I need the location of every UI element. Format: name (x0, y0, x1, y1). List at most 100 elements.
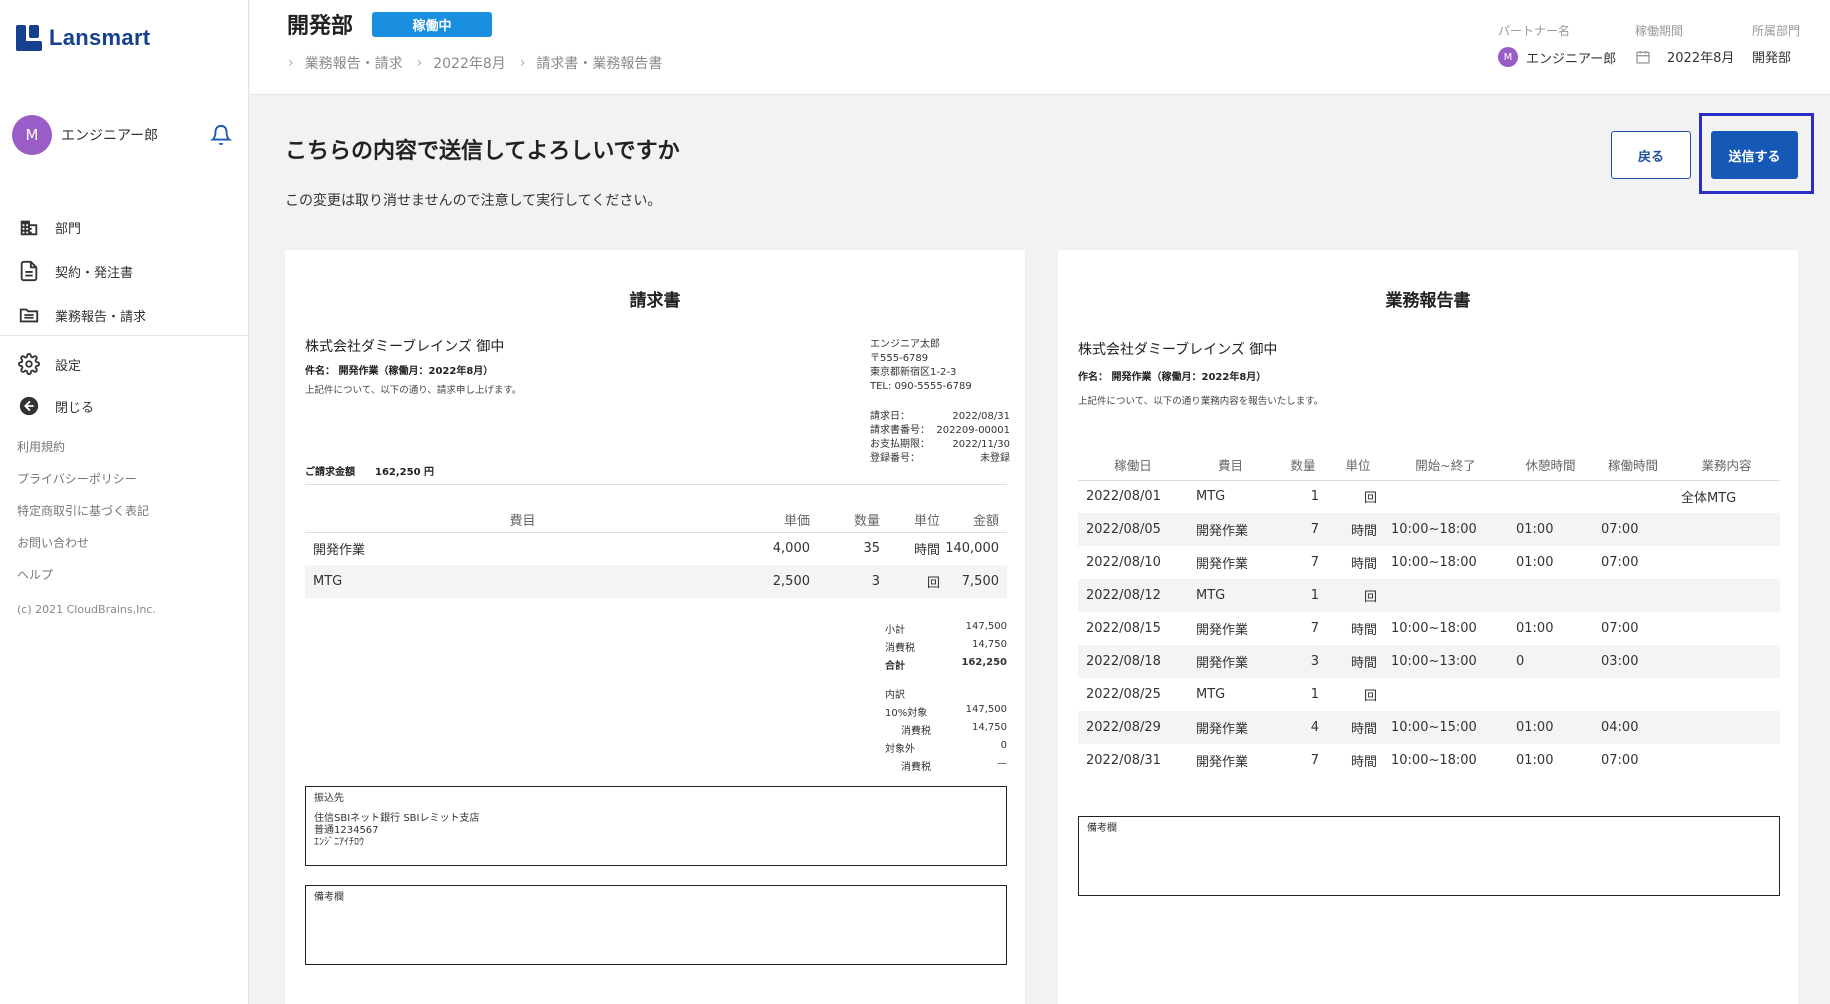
bank-line: 住信SBIネット銀行 SBIレミット支店 (314, 813, 480, 824)
logo-mark-icon (16, 25, 42, 51)
sidebar-item-contract[interactable]: 契約・発注書 (0, 249, 249, 293)
table-row: 2022/08/29 開発作業 4 時間 10:00~15:00 01:00 04:00 (1078, 711, 1780, 744)
cell-item: 開発作業 (1196, 755, 1249, 770)
copyright: (c) 2021 CloudBrains,Inc. (17, 603, 156, 616)
sidebar-item-settings[interactable]: 設定 (0, 343, 249, 385)
report-subject: 作名： 開発作業（稼働月：2022年8月） (1078, 372, 1267, 383)
cell-qty: 1 (1310, 489, 1319, 505)
sidebar-item-label: 閉じる (55, 400, 95, 416)
invoice-summary: 小計 147,500 消費税 14,750 合計 162,250 (885, 621, 1007, 672)
cell-date: 2022/08/01 (1086, 489, 1161, 505)
cell-rest: 01:00 (1516, 621, 1554, 636)
column-header: 費目 (1188, 450, 1273, 481)
cell-date: 2022/08/05 (1078, 513, 1188, 546)
user-profile[interactable]: M エンジニアー郎 (12, 115, 232, 155)
link-contact[interactable]: お問い合わせ (17, 534, 149, 566)
back-button[interactable]: 戻る (1611, 131, 1691, 179)
report-remarks-box: 備考欄 (1078, 816, 1780, 896)
building-icon (20, 220, 38, 236)
column-header: 数量 (1273, 450, 1333, 481)
sidebar-item-report[interactable]: 業務報告・請求 (0, 293, 249, 337)
cell-qty: 7 (1310, 555, 1319, 570)
confirm-subtitle: この変更は取り消せませんので注意して実行してください。 (285, 193, 662, 209)
cell-item: 開発作業 (1188, 645, 1273, 678)
bank-box: 振込先 住信SBIネット銀行 SBIレミット支店 普通1234567 ｴﾝｼﾞﾆ… (305, 786, 1007, 866)
footer-links: 利用規約 プライバシーポリシー 特定商取引に基づく表記 お問い合わせ ヘルプ (17, 438, 149, 598)
chevron-right-icon: › (288, 55, 294, 71)
report-document: 業務報告書 株式会社ダミーブレインズ 御中 作名： 開発作業（稼働月：2022年… (1058, 250, 1798, 1004)
cell-desc (1673, 546, 1780, 579)
issuer-line: TEL: 090-5555-6789 (870, 381, 972, 392)
breadcrumb-item[interactable]: 業務報告・請求 (305, 53, 403, 73)
cell-unit: 回 (1363, 689, 1377, 704)
cell-desc (1673, 645, 1780, 678)
cell-rest: 01:00 (1516, 555, 1554, 570)
cell-unit: 時間 (1333, 513, 1383, 546)
cell-work: 03:00 (1593, 645, 1673, 678)
cell-unit: 回 (1333, 579, 1383, 612)
remarks-label: 備考欄 (314, 892, 344, 903)
link-help[interactable]: ヘルプ (17, 566, 149, 598)
table-row: 開発作業 4,000 35 時間 140,000 (313, 541, 999, 559)
sidebar-item-department[interactable]: 部門 (0, 205, 249, 249)
app-logo[interactable]: Lansmart (16, 25, 150, 51)
sidebar-item-label: 部門 (55, 221, 82, 237)
breadcrumb-item[interactable]: 2022年8月 (433, 53, 506, 73)
column-header: 休憩時間 (1508, 450, 1593, 481)
cell-desc (1673, 678, 1780, 711)
invoice-title: 請求書 (629, 291, 681, 311)
avatar: M (1498, 47, 1518, 67)
partner-label: パートナー名 (1498, 24, 1571, 38)
column-header: 数量 (810, 508, 880, 533)
cell-work: 07:00 (1601, 555, 1639, 570)
cell-rest (1508, 480, 1593, 513)
invoice-remarks-box: 備考欄 (305, 885, 1007, 965)
invoice-client: 株式会社ダミーブレインズ 御中 (305, 339, 505, 355)
cell-item: 開発作業 (1196, 557, 1249, 572)
cell-desc (1673, 744, 1780, 777)
cell-date: 2022/08/15 (1086, 621, 1161, 636)
cell-date: 2022/08/29 (1078, 711, 1188, 744)
invoice-note: 上記件について、以下の通り、請求申し上げます。 (305, 385, 522, 396)
bank-line: 普通1234567 (314, 825, 379, 836)
cell-rest (1508, 678, 1593, 711)
chevron-right-icon: › (519, 55, 526, 71)
cell-item: MTG (1188, 579, 1273, 612)
cell-rest: 01:00 (1516, 753, 1554, 768)
cell-work: 07:00 (1601, 753, 1639, 768)
send-button[interactable]: 送信する (1711, 131, 1798, 179)
cell-item: 開発作業 (1196, 623, 1249, 638)
invoice-subject: 件名： 開発作業（稼働月：2022年8月） (305, 366, 494, 377)
cell-rest (1508, 579, 1593, 612)
info-row: お支払期限： 2022/11/30 (870, 439, 1010, 450)
column-header: 稼働日 (1078, 450, 1188, 481)
link-commerce[interactable]: 特定商取引に基づく表記 (17, 502, 149, 534)
sidebar-item-close[interactable]: 閉じる (0, 385, 249, 427)
cell-unit: 時間 (1333, 645, 1383, 678)
column-header: 金額 (940, 508, 1007, 533)
cell-work: 07:00 (1601, 621, 1639, 636)
report-client: 株式会社ダミーブレインズ 御中 (1078, 342, 1278, 358)
avatar: M (12, 115, 52, 155)
partner-value: M エンジニアー郎 (1498, 47, 1616, 67)
cell-range: 10:00~15:00 (1383, 711, 1508, 744)
cell-qty: 1 (1273, 579, 1333, 612)
cell-range (1383, 480, 1508, 513)
breadcrumb: › 業務報告・請求 › 2022年8月 › 請求書・業務報告書 (288, 53, 676, 73)
column-header: 単位 (880, 508, 940, 533)
bell-icon[interactable] (210, 124, 232, 146)
cell-date: 2022/08/12 (1078, 579, 1188, 612)
link-terms[interactable]: 利用規約 (17, 438, 149, 470)
cell-qty: 1 (1310, 687, 1319, 702)
link-privacy[interactable]: プライバシーポリシー (17, 470, 149, 502)
period-value: 2022年8月 (1635, 47, 1734, 66)
sidebar: Lansmart M エンジニアー郎 部門 契約・発注書 業務報告・請求 設定 … (0, 0, 249, 1004)
issuer-line: 東京都新宿区1-2-3 (870, 367, 957, 378)
invoice-breakdown: 内訳 10%対象 147,500 消費税 14,750 対象外 0 消費税 — (885, 690, 1007, 773)
cell-range: 10:00~18:00 (1391, 555, 1477, 570)
cell-desc (1673, 612, 1780, 645)
invoice-document: 請求書 株式会社ダミーブレインズ 御中 件名： 開発作業（稼働月：2022年8月… (285, 250, 1025, 1004)
gear-icon (18, 353, 40, 375)
cell-work: 04:00 (1593, 711, 1673, 744)
period-label: 稼働期間 (1635, 24, 1684, 38)
